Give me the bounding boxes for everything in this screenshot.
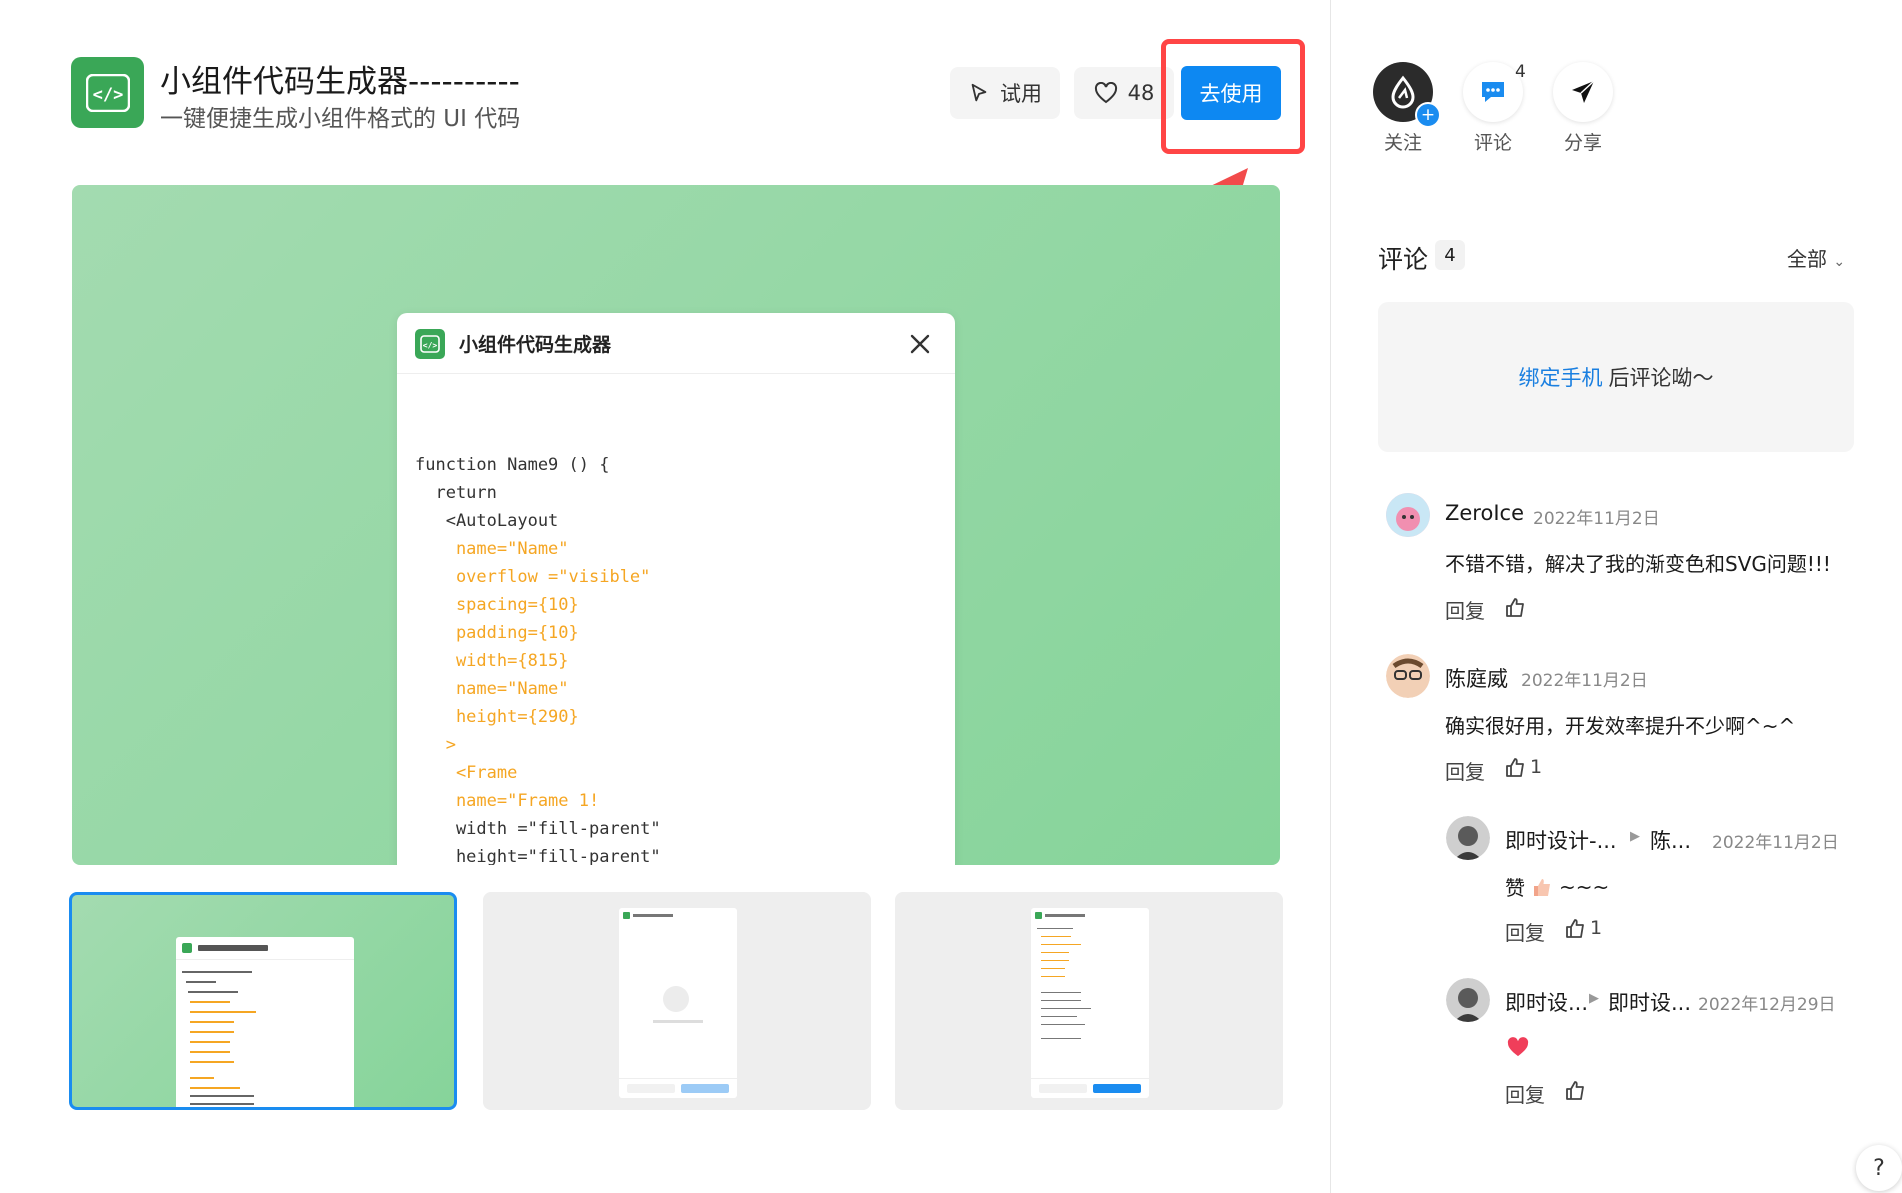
- thumbnail-dialog: [619, 908, 737, 1098]
- avatar[interactable]: [1446, 816, 1490, 860]
- send-icon: [1572, 80, 1595, 103]
- comment-filter-dropdown[interactable]: 全部 ⌄: [1787, 243, 1845, 272]
- reply-text: 赞 ~~~: [1505, 872, 1609, 901]
- column-divider: [1330, 0, 1331, 1193]
- page-title: 小组件代码生成器----------: [160, 64, 520, 100]
- code-line: function Name9 () {: [415, 455, 610, 475]
- share-label: 分享: [1563, 132, 1602, 154]
- like-count: 1: [1590, 917, 1603, 939]
- like-comment-button[interactable]: 1: [1564, 917, 1602, 939]
- reply-text-suffix: ~~~: [1559, 874, 1610, 899]
- code-block: function Name9 () { return <AutoLayout n…: [415, 395, 661, 865]
- bind-phone-link[interactable]: 绑定手机: [1519, 362, 1603, 392]
- thumbs-up-icon: [1506, 758, 1524, 777]
- comment-text: 不错不错，解决了我的渐变色和SVG问题!!!: [1445, 552, 1831, 576]
- reply-to-user[interactable]: 即时设...: [1608, 987, 1691, 1017]
- thumbnail-dialog: [1031, 908, 1149, 1098]
- code-line: height={290}: [415, 707, 579, 727]
- reply-to-user[interactable]: 陈...: [1650, 825, 1691, 855]
- help-button[interactable]: ?: [1856, 1145, 1902, 1191]
- follow-plus-icon: +: [1415, 102, 1441, 128]
- code-line: name="Name": [415, 539, 569, 559]
- heart-icon: [1094, 82, 1117, 104]
- code-line: padding={10}: [415, 623, 579, 643]
- like-button[interactable]: 48: [1074, 67, 1174, 119]
- avatar[interactable]: [1446, 978, 1490, 1022]
- comments-count: 4: [1435, 240, 1465, 270]
- bind-phone-text: 后评论呦～: [1608, 366, 1714, 390]
- reply-button[interactable]: 回复: [1505, 1079, 1545, 1108]
- share-button[interactable]: [1553, 62, 1613, 122]
- code-line: return: [415, 483, 497, 503]
- thumbnail-1[interactable]: [69, 892, 457, 1110]
- code-line: name="Frame 1!: [415, 791, 600, 811]
- try-label: 试用: [1000, 82, 1042, 106]
- thumbs-up-icon: [1566, 919, 1584, 938]
- like-count: 48: [1127, 81, 1155, 105]
- reply-author[interactable]: 即时设...: [1505, 987, 1588, 1017]
- code-line: <Frame: [415, 763, 518, 783]
- chevron-down-icon: ⌄: [1833, 254, 1846, 270]
- reply-to-arrow-icon: ▶: [1630, 829, 1640, 844]
- reply-author[interactable]: 即时设计-...: [1505, 825, 1617, 855]
- follow-button[interactable]: +: [1373, 62, 1441, 128]
- code-line: <AutoLayout: [415, 511, 559, 531]
- reply-button[interactable]: 回复: [1445, 595, 1485, 624]
- reply-to-arrow-icon: ▶: [1589, 991, 1599, 1006]
- thumbnail-2[interactable]: [483, 892, 871, 1110]
- follow-label: 关注: [1383, 132, 1422, 154]
- code-line: overflow ="visible": [415, 567, 651, 587]
- filter-label: 全部: [1787, 247, 1827, 271]
- comment-text: 确实很好用，开发效率提升不少啊^~^: [1445, 714, 1796, 738]
- close-icon: [910, 334, 930, 354]
- code-line: >: [415, 735, 456, 755]
- like-comment-button[interactable]: [1504, 596, 1530, 618]
- comment-author[interactable]: ZeroIce: [1445, 501, 1524, 525]
- comment-badge: 4: [1515, 62, 1526, 82]
- dialog-logo-icon: </>: [415, 329, 445, 359]
- preview-dialog: </> 小组件代码生成器 function Name9 () { return …: [397, 313, 955, 865]
- svg-text:</>: </>: [92, 85, 123, 105]
- avatar[interactable]: [1386, 493, 1430, 537]
- bind-phone-box: 绑定手机 后评论呦～: [1378, 302, 1854, 452]
- code-line: spacing={10}: [415, 595, 579, 615]
- try-button[interactable]: 试用: [950, 67, 1060, 119]
- reply-button[interactable]: 回复: [1505, 917, 1545, 946]
- thumbs-up-icon: [1506, 598, 1524, 617]
- comments-title: 评论: [1378, 245, 1429, 274]
- pointer-icon: [971, 83, 987, 102]
- reply-text-content: 赞: [1505, 876, 1525, 900]
- code-line: name="Name": [415, 679, 569, 699]
- like-comment-button[interactable]: 1: [1504, 756, 1542, 778]
- code-line: height="fill-parent": [415, 847, 661, 865]
- dialog-title: 小组件代码生成器: [459, 334, 612, 356]
- dialog-header: </> 小组件代码生成器: [397, 313, 955, 374]
- comment-date: 2022年11月2日: [1521, 671, 1648, 691]
- comment-bubble-icon: [1482, 82, 1504, 102]
- thumbs-up-emoji-icon: [1534, 878, 1550, 896]
- thumbs-up-icon: [1566, 1081, 1584, 1100]
- page-subtitle: 一键便捷生成小组件格式的 UI 代码: [160, 106, 521, 132]
- comment-author[interactable]: 陈庭威: [1445, 663, 1508, 693]
- thumbnail-3[interactable]: [895, 892, 1283, 1110]
- preview-image: </> 小组件代码生成器 function Name9 () { return …: [72, 185, 1280, 865]
- highlight-box: [1161, 39, 1305, 154]
- code-line: width ="fill-parent": [415, 819, 661, 839]
- reply-button[interactable]: 回复: [1445, 756, 1485, 785]
- heart-emoji-icon: [1507, 1037, 1529, 1057]
- reply-date: 2022年11月2日: [1712, 833, 1839, 853]
- comment-button[interactable]: [1463, 62, 1523, 122]
- app-logo-icon: </>: [71, 57, 144, 128]
- svg-text:</>: </>: [423, 341, 438, 350]
- reply-date: 2022年12月29日: [1698, 995, 1836, 1015]
- comment-date: 2022年11月2日: [1533, 509, 1660, 529]
- avatar[interactable]: [1386, 654, 1430, 698]
- like-comment-button[interactable]: [1564, 1079, 1590, 1101]
- thumbnail-dialog: [176, 937, 354, 1107]
- author-avatar-icon: [1391, 75, 1415, 109]
- like-count: 1: [1530, 756, 1543, 778]
- comment-label: 评论: [1473, 132, 1512, 154]
- code-line: width={815}: [415, 651, 569, 671]
